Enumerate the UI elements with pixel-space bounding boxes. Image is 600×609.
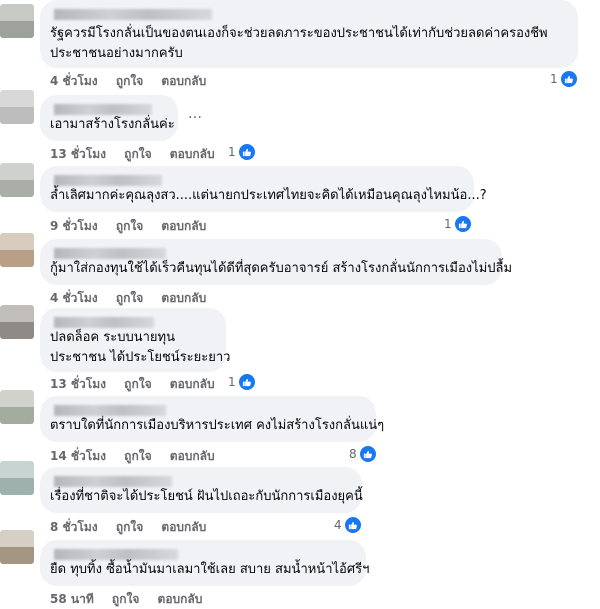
avatar[interactable] — [0, 305, 34, 339]
comment-text: เอามาสร้างโรงกลั่นค่ะ — [50, 117, 175, 132]
like-button[interactable]: ถูกใจ — [124, 449, 151, 463]
comment-bubble: ล้ำเลิศมากค่ะคุณลุงสว....แต่นายกประเทศไท… — [40, 166, 487, 212]
comment-text: กู้มาใส่กองทุนใช้ได้เร็วคืนทุนได้ดีที่สุ… — [50, 261, 513, 276]
comment-time[interactable]: 13 ชั่วโมง — [50, 377, 106, 391]
reply-button[interactable]: ตอบกลับ — [158, 592, 203, 606]
comment-bubble: รัฐควรมีโรงกลั่นเป็นของตนเองก็จะช่วยลดภา… — [40, 0, 578, 68]
more-dots-icon[interactable]: … — [188, 106, 203, 122]
reaction-count[interactable]: 1 — [228, 373, 256, 391]
avatar[interactable] — [0, 163, 34, 197]
comment-time[interactable]: 58 นาที — [50, 592, 94, 606]
reaction-count[interactable]: 8 — [349, 445, 377, 463]
reply-button[interactable]: ตอบกลับ — [161, 219, 206, 233]
thumbs-up-icon — [559, 70, 578, 88]
like-button[interactable]: ถูกใจ — [116, 520, 143, 534]
reply-button[interactable]: ตอบกลับ — [161, 520, 206, 534]
thumbs-up-icon — [343, 516, 362, 534]
avatar[interactable] — [0, 4, 34, 38]
thumbs-up-icon — [237, 373, 256, 391]
reply-button[interactable]: ตอบกลับ — [170, 377, 215, 391]
avatar[interactable] — [0, 461, 34, 495]
avatar[interactable] — [0, 390, 34, 424]
comment-text: ยืด ทุบทิ้ง ซื้อน้ำมันมาเลมาใช้เลย สบาย … — [50, 562, 370, 577]
comment-time[interactable]: 8 ชั่วโมง — [50, 520, 98, 534]
comment-bubble: ตราบใดที่นักการเมืองบริหารประเทศ คงไม่สร… — [40, 396, 384, 442]
comment-time[interactable]: 14 ชั่วโมง — [50, 449, 106, 463]
commenter-name[interactable] — [54, 175, 162, 186]
comment-time[interactable]: 13 ชั่วโมง — [50, 147, 106, 161]
commenter-name[interactable] — [54, 549, 178, 560]
like-button[interactable]: ถูกใจ — [124, 377, 151, 391]
like-button[interactable]: ถูกใจ — [124, 147, 151, 161]
like-button[interactable]: ถูกใจ — [116, 74, 143, 88]
commenter-name[interactable] — [54, 405, 166, 416]
comment-text: ตราบใดที่นักการเมืองบริหารประเทศ คงไม่สร… — [50, 418, 385, 433]
avatar[interactable] — [0, 90, 34, 124]
like-button[interactable]: ถูกใจ — [116, 219, 143, 233]
comment-bubble: เรื่องที่ชาติจะได้ประโยชน์ ฝันไปเถอะกับน… — [40, 467, 363, 513]
reply-button[interactable]: ตอบกลับ — [161, 291, 206, 305]
comment-time[interactable]: 4 ชั่วโมง — [50, 291, 98, 305]
commenter-name[interactable] — [54, 476, 172, 487]
thumbs-up-icon — [453, 215, 472, 233]
commenter-name[interactable] — [54, 248, 166, 259]
comment-time[interactable]: 9 ชั่วโมง — [50, 219, 98, 233]
reaction-count[interactable]: 1 — [550, 70, 578, 88]
like-button[interactable]: ถูกใจ — [116, 291, 143, 305]
commenter-name[interactable] — [54, 9, 212, 20]
comment-bubble: ปลดล็อค ระบบนายทุน ประชาชน ได้ประโยชน์ระ… — [40, 308, 230, 372]
commenter-name[interactable] — [54, 104, 152, 115]
comment-bubble: กู้มาใส่กองทุนใช้ได้เร็วคืนทุนได้ดีที่สุ… — [40, 239, 512, 285]
reply-button[interactable]: ตอบกลับ — [170, 147, 215, 161]
thumbs-up-icon — [358, 445, 377, 463]
comment-text: เรื่องที่ชาติจะได้ประโยชน์ ฝันไปเถอะกับน… — [50, 489, 363, 504]
comment-bubble: ยืด ทุบทิ้ง ซื้อน้ำมันมาเลมาใช้เลย สบาย … — [40, 540, 370, 586]
comment-text: ล้ำเลิศมากค่ะคุณลุงสว....แต่นายกประเทศไท… — [50, 188, 487, 203]
thumbs-up-icon — [237, 143, 256, 161]
reaction-count[interactable]: 1 — [228, 143, 256, 161]
like-button[interactable]: ถูกใจ — [112, 592, 139, 606]
comment-time[interactable]: 4 ชั่วโมง — [50, 74, 98, 88]
comment-text: ปลดล็อค ระบบนายทุน ประชาชน ได้ประโยชน์ระ… — [50, 330, 231, 365]
reply-button[interactable]: ตอบกลับ — [161, 74, 206, 88]
reaction-count[interactable]: 4 — [334, 516, 362, 534]
avatar[interactable] — [0, 530, 34, 564]
reaction-count[interactable]: 1 — [444, 215, 472, 233]
comment-text: รัฐควรมีโรงกลั่นเป็นของตนเองก็จะช่วยลดภา… — [50, 26, 548, 61]
comment-bubble: เอามาสร้างโรงกลั่นค่ะ — [40, 95, 178, 141]
reply-button[interactable]: ตอบกลับ — [170, 449, 215, 463]
commenter-name[interactable] — [54, 317, 154, 328]
avatar[interactable] — [0, 233, 34, 267]
